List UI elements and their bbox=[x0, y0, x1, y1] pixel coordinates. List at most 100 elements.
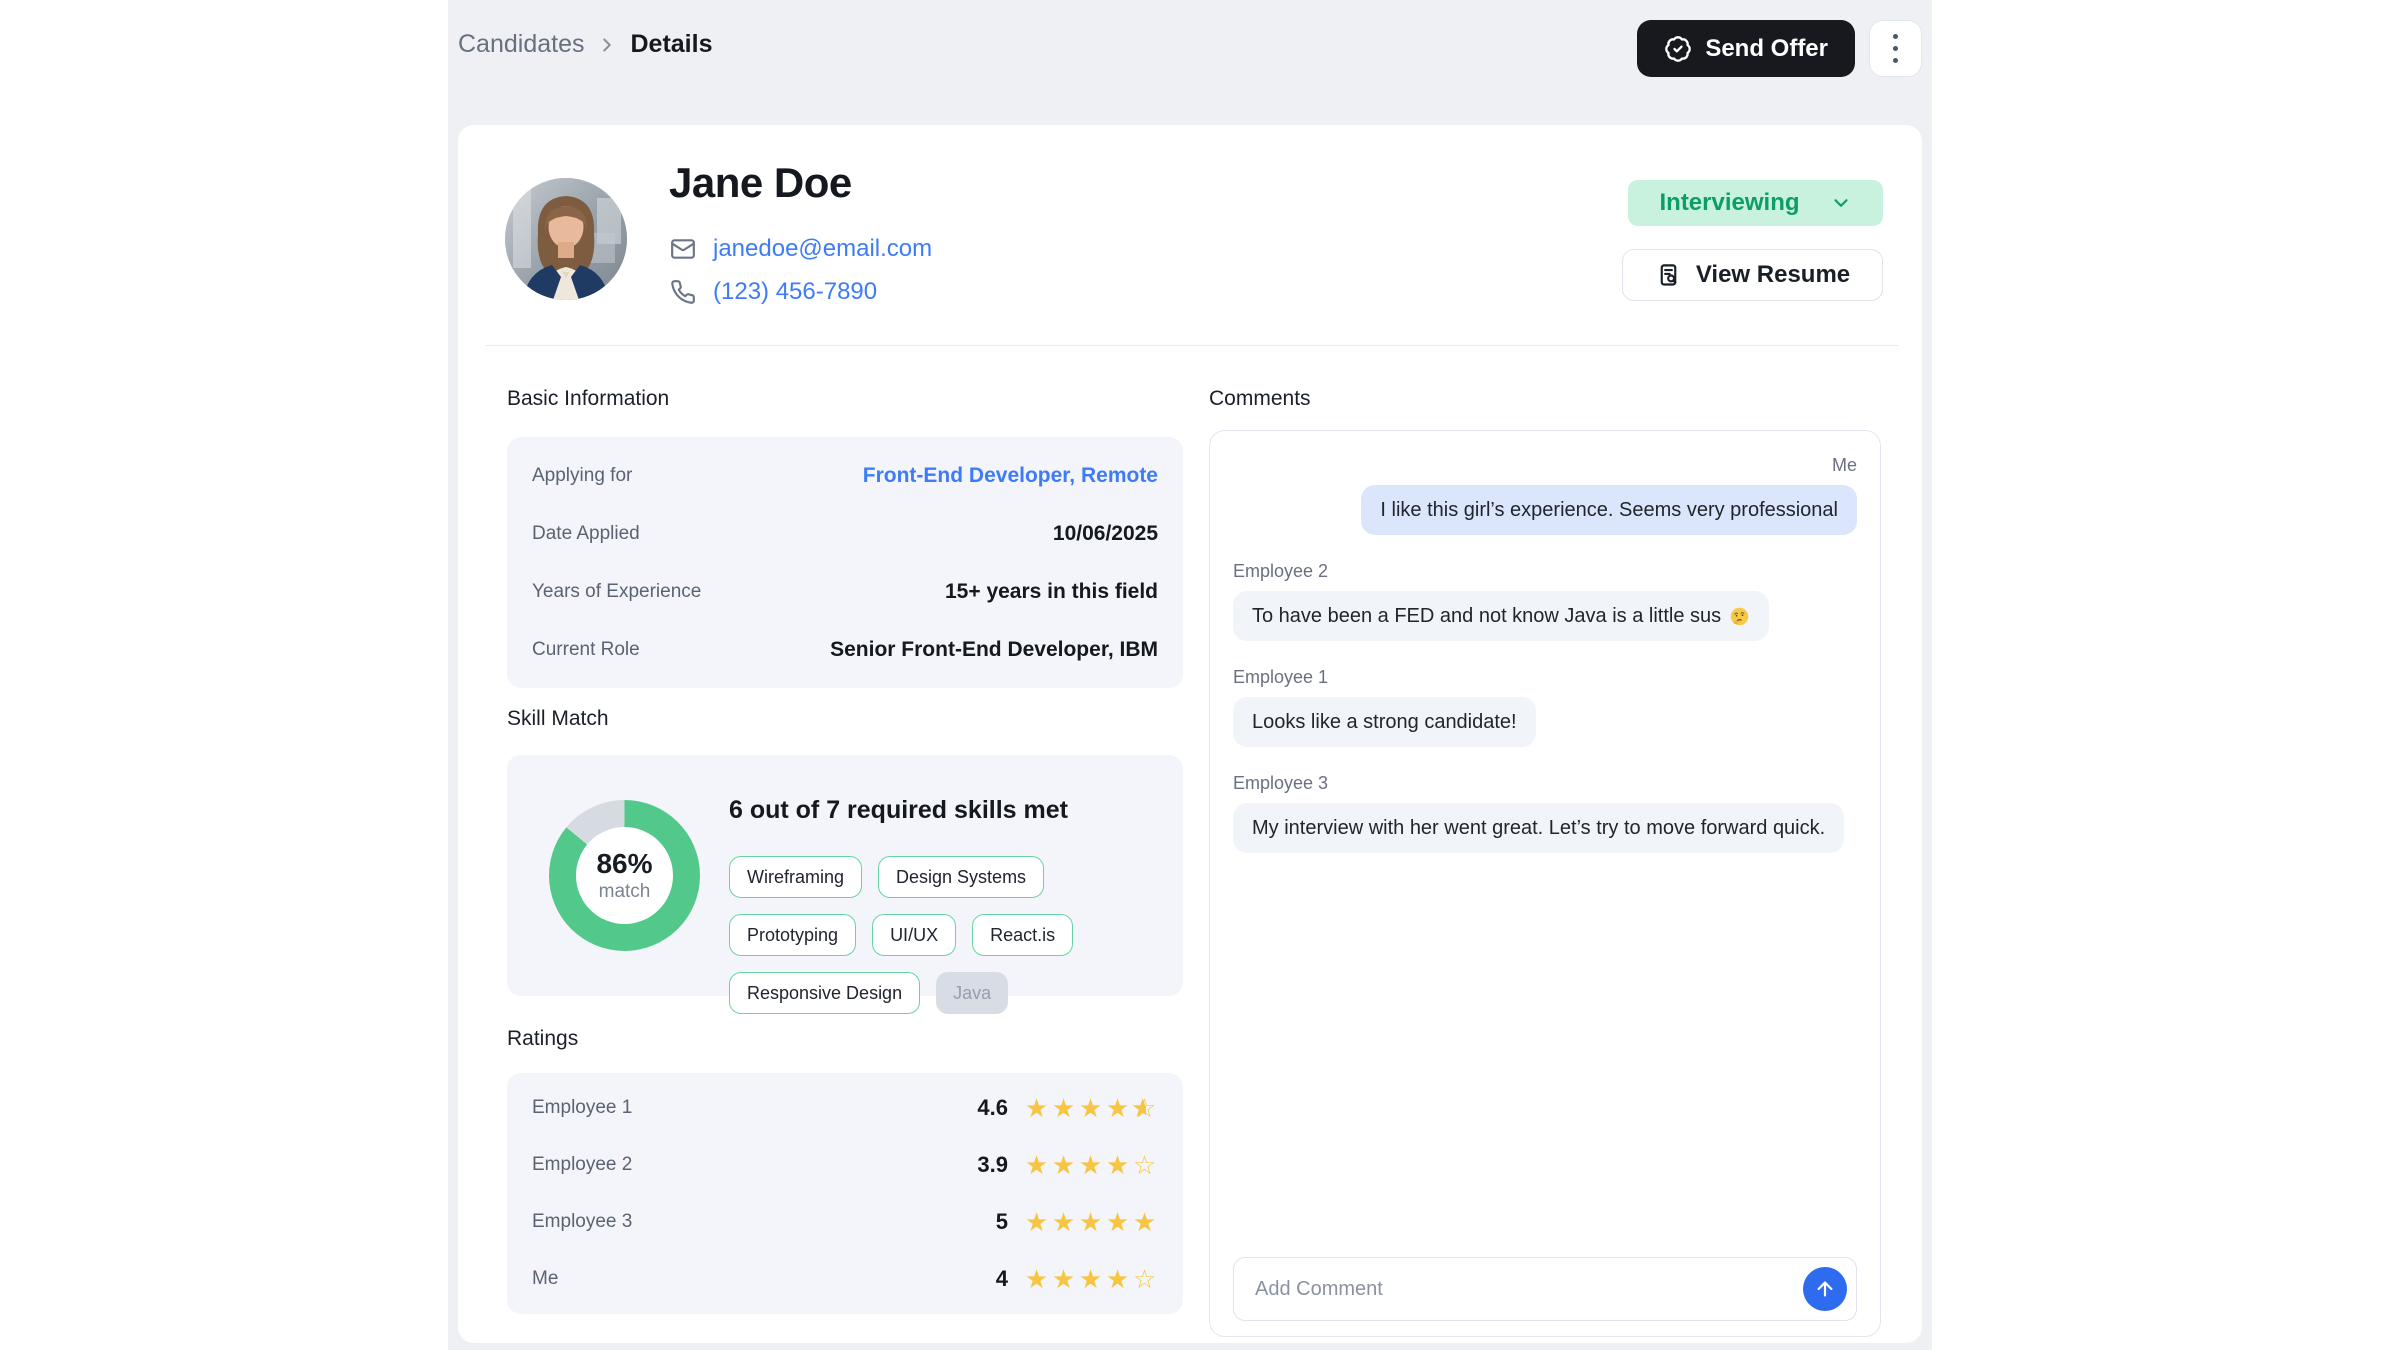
star-empty-icon: ☆ bbox=[1131, 1266, 1158, 1292]
comment-text: My interview with her went great. Let’s … bbox=[1252, 816, 1825, 840]
comment-author: Employee 2 bbox=[1233, 561, 1857, 582]
comment-bubble: My interview with her went great. Let’s … bbox=[1233, 803, 1844, 853]
star-full-icon: ★ bbox=[1104, 1209, 1131, 1235]
rater-name: Employee 3 bbox=[532, 1211, 996, 1233]
comment-text: To have been a FED and not know Java is … bbox=[1252, 604, 1721, 628]
view-resume-label: View Resume bbox=[1696, 261, 1850, 289]
star-full-icon: ★ bbox=[1023, 1152, 1050, 1178]
candidate-avatar bbox=[505, 178, 627, 300]
comment-input-row bbox=[1233, 1257, 1857, 1321]
basic-info-card: Applying for Front-End Developer, Remote D… bbox=[507, 437, 1183, 688]
star-rating: ★★★★☆ bbox=[1023, 1266, 1158, 1292]
comment-author: Employee 1 bbox=[1233, 667, 1857, 688]
rating-row: Employee 35 ★★★★★ bbox=[507, 1194, 1183, 1251]
comments-panel: Me I like this girl’s experience. Seems v… bbox=[1209, 430, 1881, 1337]
info-row: Applying for Front-End Developer, Remote bbox=[507, 447, 1183, 505]
more-options-button[interactable] bbox=[1869, 20, 1922, 77]
skill-match-title: Skill Match bbox=[507, 707, 609, 731]
info-row-label: Date Applied bbox=[532, 523, 640, 545]
basic-info-title: Basic Information bbox=[507, 387, 669, 411]
rating-row: Employee 14.6★★★★☆★ bbox=[507, 1080, 1183, 1137]
candidate-email-link[interactable]: janedoe@email.com bbox=[713, 235, 932, 263]
star-full-icon: ★ bbox=[1104, 1266, 1131, 1292]
arrow-up-icon bbox=[1814, 1278, 1836, 1300]
skill-chips: WireframingDesign SystemsPrototypingUI/U… bbox=[729, 856, 1161, 1014]
comment-message: Employee 1 Looks like a strong candidate! bbox=[1233, 667, 1857, 747]
phone-icon bbox=[670, 279, 696, 305]
skill-chip: UI/UX bbox=[872, 914, 956, 956]
star-empty-icon: ☆ bbox=[1131, 1152, 1158, 1178]
star-full-icon: ★ bbox=[1077, 1095, 1104, 1121]
ratings-card: Employee 14.6★★★★☆★Employee 23.9★★★★☆Emp… bbox=[507, 1073, 1183, 1314]
comment-text: Looks like a strong candidate! bbox=[1252, 710, 1517, 734]
rater-name: Employee 2 bbox=[532, 1154, 977, 1176]
thinking-face-emoji bbox=[1729, 606, 1750, 627]
rater-name: Employee 1 bbox=[532, 1097, 977, 1119]
rating-row: Me4★★★★☆ bbox=[507, 1251, 1183, 1308]
ratings-title: Ratings bbox=[507, 1027, 578, 1051]
star-full-icon: ★ bbox=[1023, 1209, 1050, 1235]
info-row-label: Years of Experience bbox=[532, 581, 701, 603]
skills-met-headline: 6 out of 7 required skills met bbox=[729, 795, 1161, 825]
mail-icon bbox=[670, 236, 696, 262]
star-rating: ★★★★★ bbox=[1023, 1209, 1158, 1235]
info-row-value: Senior Front-End Developer, IBM bbox=[830, 638, 1158, 662]
status-dropdown[interactable]: Interviewing bbox=[1628, 180, 1883, 226]
rating-row: Employee 23.9 ★★★★☆ bbox=[507, 1137, 1183, 1194]
rating-score: 4.6 bbox=[977, 1095, 1008, 1121]
badge-check-icon bbox=[1664, 35, 1692, 63]
file-search-icon bbox=[1655, 262, 1682, 289]
rating-score: 3.9 bbox=[977, 1152, 1008, 1178]
star-full-icon: ★ bbox=[1131, 1209, 1158, 1235]
skill-match-donut-chart: 86% match bbox=[549, 800, 700, 951]
top-actions: Send Offer bbox=[448, 20, 1932, 78]
match-percent-sublabel: match bbox=[599, 881, 651, 903]
send-offer-button[interactable]: Send Offer bbox=[1637, 20, 1855, 77]
star-half-icon: ☆★ bbox=[1131, 1095, 1158, 1121]
candidate-details-card: Jane Doe janedoe@email.com (123) 456-789… bbox=[458, 125, 1922, 1343]
skill-chip: Responsive Design bbox=[729, 972, 920, 1014]
skill-chip: React.is bbox=[972, 914, 1073, 956]
star-full-icon: ★ bbox=[1023, 1095, 1050, 1121]
rating-score: 4 bbox=[996, 1266, 1008, 1292]
kebab-dot bbox=[1893, 58, 1898, 63]
star-full-icon: ★ bbox=[1104, 1095, 1131, 1121]
star-full-icon: ★ bbox=[1104, 1152, 1131, 1178]
info-row: Years of Experience15+ years in this fie… bbox=[507, 563, 1183, 621]
info-row-label: Applying for bbox=[532, 465, 632, 487]
comment-author: Employee 3 bbox=[1233, 773, 1857, 794]
send-offer-label: Send Offer bbox=[1705, 35, 1828, 63]
send-comment-button[interactable] bbox=[1803, 1267, 1847, 1311]
status-label: Interviewing bbox=[1659, 189, 1799, 217]
comment-text: I like this girl’s experience. Seems ver… bbox=[1380, 498, 1838, 522]
skill-chip-unmet: Java bbox=[936, 972, 1008, 1014]
comment-author: Me bbox=[1233, 455, 1857, 476]
star-full-icon: ★ bbox=[1050, 1209, 1077, 1235]
info-row-label: Current Role bbox=[532, 639, 640, 661]
star-rating: ★★★★☆★ bbox=[1023, 1095, 1158, 1121]
star-full-icon: ★ bbox=[1077, 1266, 1104, 1292]
info-row-value: 10/06/2025 bbox=[1053, 522, 1158, 546]
skill-chip: Prototyping bbox=[729, 914, 856, 956]
star-full-icon: ★ bbox=[1050, 1152, 1077, 1178]
comments-messages: Me I like this girl’s experience. Seems v… bbox=[1233, 455, 1857, 879]
info-row: Current Role Senior Front-End Developer, … bbox=[507, 621, 1183, 679]
star-full-icon: ★ bbox=[1023, 1266, 1050, 1292]
star-full-icon: ★ bbox=[1050, 1266, 1077, 1292]
comment-bubble: To have been a FED and not know Java is … bbox=[1233, 591, 1769, 641]
match-percent: 86% bbox=[596, 848, 652, 880]
chevron-down-icon bbox=[1830, 192, 1852, 214]
donut-center: 86% match bbox=[576, 827, 673, 924]
kebab-dot bbox=[1893, 46, 1898, 51]
applying-for-link[interactable]: Front-End Developer, Remote bbox=[863, 464, 1158, 488]
star-full-icon: ★ bbox=[1050, 1095, 1077, 1121]
comment-bubble: I like this girl’s experience. Seems ver… bbox=[1361, 485, 1857, 535]
rating-score: 5 bbox=[996, 1209, 1008, 1235]
comment-message: Me I like this girl’s experience. Seems v… bbox=[1233, 455, 1857, 535]
star-rating: ★★★★☆ bbox=[1023, 1152, 1158, 1178]
candidate-name: Jane Doe bbox=[669, 159, 852, 207]
view-resume-button[interactable]: View Resume bbox=[1622, 249, 1883, 301]
candidate-phone-link[interactable]: (123) 456-7890 bbox=[713, 278, 877, 306]
add-comment-input[interactable] bbox=[1233, 1257, 1857, 1321]
comment-bubble: Looks like a strong candidate! bbox=[1233, 697, 1536, 747]
